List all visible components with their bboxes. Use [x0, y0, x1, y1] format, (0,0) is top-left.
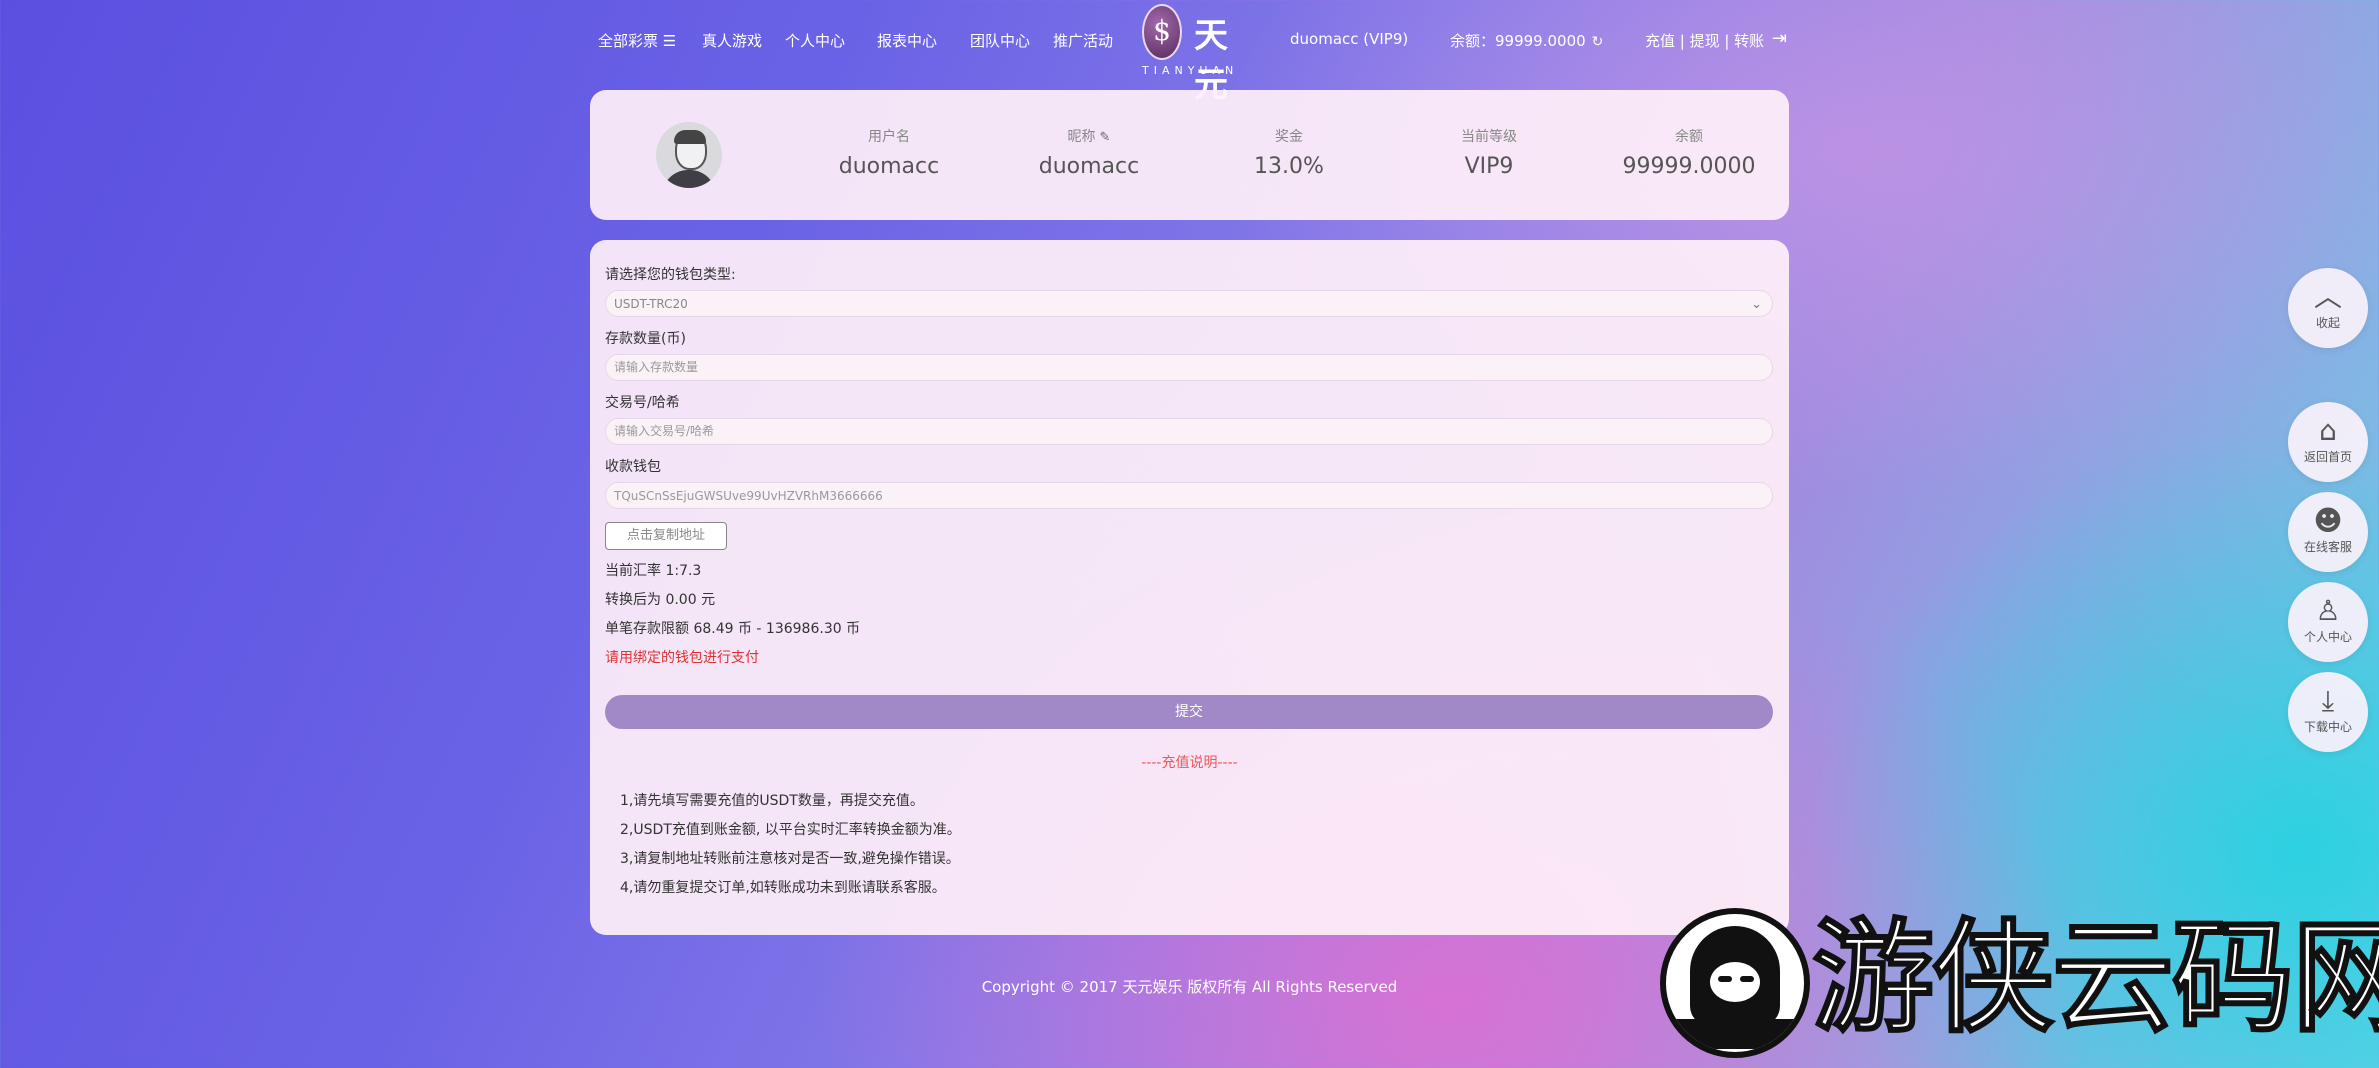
converted-amount: 转换后为 0.00 元 — [605, 592, 716, 608]
chevron-up-icon: ︿ — [2313, 280, 2342, 313]
nav-promotions[interactable]: 推广活动 — [1053, 30, 1113, 51]
logout-icon[interactable]: ⇥ — [1772, 28, 1787, 49]
headset-icon: ☻ — [2313, 504, 2343, 537]
stat-label: 昵称 ✎ — [1067, 129, 1111, 145]
amount-input[interactable] — [605, 354, 1773, 381]
customer-service-button[interactable]: ☻ 在线客服 — [2288, 492, 2368, 572]
note-item: 1,请先填写需要充值的USDT数量，再提交充值。 — [620, 793, 924, 809]
logo-subtitle: TIANYUAN — [1142, 64, 1239, 77]
chevron-down-icon: ⌄ — [1751, 297, 1762, 312]
wallet-type-label: 请选择您的钱包类型: — [605, 267, 736, 283]
wallet-type-select[interactable]: USDT-TRC20 ⌄ — [605, 290, 1773, 317]
stat-label: 余额 — [1675, 129, 1703, 145]
notes-title: ----充值说明---- — [1141, 755, 1238, 771]
stat-label: 奖金 — [1275, 129, 1303, 145]
download-icon: ⤓ — [2321, 684, 2335, 717]
home-icon: ⌂ — [2319, 414, 2337, 447]
wallet-warning: 请用绑定的钱包进行支付 — [605, 650, 759, 666]
stat-label: 当前等级 — [1461, 129, 1517, 145]
side-label: 返回首页 — [2303, 450, 2352, 464]
nav-balance: 余额：99999.0000 ↻ — [1450, 30, 1603, 51]
user-icon: ♙ — [2315, 594, 2341, 627]
side-label: 在线客服 — [2303, 540, 2352, 554]
watermark-text: 游侠云码网 — [1809, 905, 2379, 1051]
nav-fund-links[interactable]: 充值 | 提现 | 转账 — [1645, 30, 1764, 51]
top-nav: 全部彩票 ☰ 真人游戏 个人中心 报表中心 团队中心 推广活动 $ 天元 TIA… — [0, 0, 2379, 105]
submit-button[interactable]: 提交 — [605, 695, 1773, 729]
personal-center-button[interactable]: ♙ 个人中心 — [2288, 582, 2368, 662]
stat-username: 用户名 duomacc — [799, 126, 979, 179]
nav-report-center[interactable]: 报表中心 — [877, 30, 937, 51]
stat-value: duomacc — [838, 154, 940, 179]
wallet-address-label: 收款钱包 — [605, 459, 661, 475]
download-center-button[interactable]: ⤓ 下载中心 — [2288, 672, 2368, 752]
stat-nickname: 昵称 ✎ duomacc — [999, 126, 1179, 179]
stat-bonus: 奖金 13.0% — [1199, 126, 1379, 179]
amount-label: 存款数量(币) — [605, 331, 686, 347]
note-item: 2,USDT充值到账金额, 以平台实时汇率转换金额为准。 — [620, 822, 961, 838]
copy-address-button[interactable]: 点击复制地址 — [605, 522, 727, 550]
side-label: 收起 — [2315, 316, 2340, 330]
stat-value: 13.0% — [1254, 154, 1324, 179]
note-item: 3,请复制地址转账前注意核对是否一致,避免操作错误。 — [620, 851, 960, 867]
nav-team-center[interactable]: 团队中心 — [970, 30, 1030, 51]
stat-label: 用户名 — [868, 129, 910, 145]
deposit-limit: 单笔存款限额 68.49 币 - 136986.30 币 — [605, 621, 861, 637]
stat-value: VIP9 — [1464, 154, 1514, 179]
stat-value: 99999.0000 — [1622, 154, 1756, 179]
user-info-card: 用户名 duomacc 昵称 ✎ duomacc 奖金 13.0% 当前等级 VI… — [590, 90, 1789, 220]
nav-all-lottery[interactable]: 全部彩票 ☰ — [598, 30, 676, 51]
collapse-button[interactable]: ︿ 收起 — [2288, 268, 2368, 348]
edit-pencil-icon[interactable]: ✎ — [1100, 130, 1111, 145]
home-button[interactable]: ⌂ 返回首页 — [2288, 402, 2368, 482]
txid-label: 交易号/哈希 — [605, 395, 680, 411]
logo-coin-icon: $ — [1142, 4, 1182, 60]
watermark-hacker-icon — [1660, 908, 1810, 1058]
note-item: 4,请勿重复提交订单,如转账成功未到账请联系客服。 — [620, 880, 946, 896]
wallet-type-value: USDT-TRC20 — [614, 297, 688, 311]
exchange-rate: 当前汇率 1:7.3 — [605, 563, 702, 579]
stat-balance: 余额 99999.0000 — [1599, 126, 1779, 179]
stat-value: duomacc — [1038, 154, 1140, 179]
avatar — [656, 122, 722, 188]
deposit-form-card: 请选择您的钱包类型: USDT-TRC20 ⌄ 存款数量(币) 交易号/哈希 收… — [590, 240, 1789, 935]
nav-user[interactable]: duomacc (VIP9) — [1290, 30, 1408, 48]
txid-input[interactable] — [605, 418, 1773, 445]
refresh-icon[interactable]: ↻ — [1592, 34, 1604, 50]
side-label: 下载中心 — [2303, 720, 2352, 734]
nav-live-games[interactable]: 真人游戏 — [702, 30, 762, 51]
side-label: 个人中心 — [2303, 630, 2352, 644]
wallet-address-field[interactable]: TQuSCnSsEjuGWSUve99UvHZVRhM3666666 — [605, 482, 1773, 509]
site-logo[interactable]: $ 天元 TIANYUAN — [1140, 2, 1240, 105]
stat-level: 当前等级 VIP9 — [1399, 126, 1579, 179]
nav-balance-text: 余额：99999.0000 — [1450, 32, 1586, 50]
nav-personal-center[interactable]: 个人中心 — [785, 30, 845, 51]
